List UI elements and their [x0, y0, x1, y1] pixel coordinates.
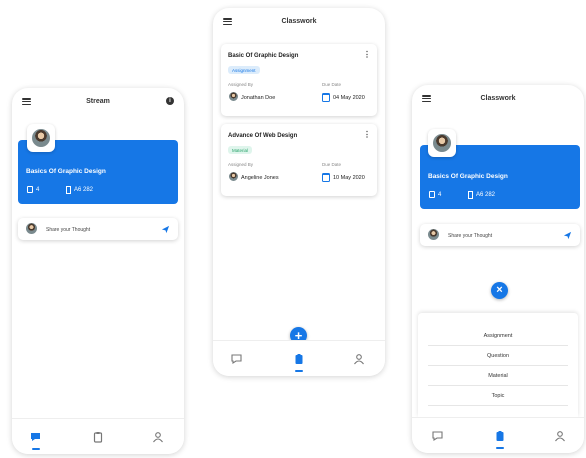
stream-topbar: Stream i [12, 88, 184, 118]
share-box[interactable]: Share your Thought [420, 224, 580, 246]
calendar-icon [322, 93, 330, 102]
more-options-icon[interactable]: ⋮ [363, 131, 371, 139]
assigner-name: Jonathan Doe [241, 95, 276, 101]
tag-badge: Assignment [228, 66, 260, 74]
share-box[interactable]: Share your Thought [18, 218, 178, 240]
card-title: Basic Of Graphic Design [228, 53, 299, 59]
tag-badge: Material [228, 146, 253, 154]
clipboard-icon[interactable] [293, 353, 305, 365]
classwork-topbar: Classwork [412, 85, 584, 115]
more-options-icon[interactable]: ⋮ [363, 51, 371, 59]
course-count-value: 4 [36, 186, 40, 193]
card-title: Advance Of Web Design [228, 133, 298, 139]
course-room-value: A6 282 [476, 192, 496, 198]
page-title: Classwork [480, 95, 516, 102]
course-count: 4 [429, 191, 441, 198]
course-count-value: 4 [438, 191, 442, 198]
course-room: A6 282 [468, 191, 495, 199]
page-title: Stream [86, 98, 110, 105]
avatar [432, 133, 452, 153]
avatar [228, 91, 239, 102]
due-date: 04 May 2020 [333, 95, 365, 101]
course-name: Basics Of Graphic Design [26, 168, 106, 175]
due-date: 10 May 2020 [333, 175, 365, 181]
door-icon [468, 191, 473, 199]
avatar [25, 222, 38, 235]
due-date-label: Due Date [322, 82, 342, 87]
info-icon[interactable]: i [166, 97, 174, 105]
create-menu-sheet: Assignment Question Material Topic [418, 313, 578, 417]
avatar [31, 128, 51, 148]
clipboard-icon[interactable] [92, 431, 104, 443]
classwork-menu-screen: Classwork Basics Of Graphic Design 4 A6 … [412, 85, 584, 453]
calendar-icon [322, 173, 330, 182]
clipboard-icon [429, 191, 435, 198]
due-date-label: Due Date [322, 162, 342, 167]
course-room: A6 282 [66, 186, 93, 194]
person-icon[interactable] [554, 430, 566, 442]
classwork-card[interactable]: Basic Of Graphic Design ⋮ Assignment Ass… [221, 44, 377, 116]
door-icon [66, 186, 71, 194]
course-name: Basics Of Graphic Design [428, 173, 508, 180]
menu-item-question[interactable]: Question [428, 346, 568, 366]
share-input[interactable]: Share your Thought [448, 233, 492, 239]
active-tab-indicator [496, 447, 504, 449]
menu-item-assignment[interactable]: Assignment [428, 326, 568, 346]
classwork-screen: Classwork Basic Of Graphic Design ⋮ Assi… [213, 8, 385, 376]
share-input[interactable]: Share your Thought [46, 227, 90, 233]
bottom-nav [12, 418, 184, 454]
active-tab-indicator [295, 370, 303, 372]
bottom-nav [412, 417, 584, 453]
clipboard-icon [27, 186, 33, 193]
active-tab-indicator [32, 448, 40, 450]
assigned-by-label: Assigned By [228, 82, 254, 87]
menu-item-topic[interactable]: Topic [428, 386, 568, 406]
assigner-name: Angeline Jones [241, 175, 279, 181]
clipboard-icon[interactable] [494, 430, 506, 442]
stream-screen: Stream i Basics Of Graphic Design 4 A6 2… [12, 88, 184, 454]
person-icon[interactable] [152, 431, 164, 443]
chat-icon[interactable] [30, 431, 42, 443]
person-icon[interactable] [353, 353, 365, 365]
avatar [427, 228, 440, 241]
avatar [228, 171, 239, 182]
assigned-by-label: Assigned By [228, 162, 254, 167]
course-count: 4 [27, 186, 39, 193]
course-room-value: A6 282 [74, 187, 94, 193]
menu-item-material[interactable]: Material [428, 366, 568, 386]
send-icon[interactable] [161, 225, 170, 234]
chat-icon[interactable] [432, 430, 444, 442]
close-button[interactable]: × [491, 282, 508, 299]
classwork-card[interactable]: Advance Of Web Design ⋮ Material Assigne… [221, 124, 377, 196]
bottom-nav [213, 340, 385, 376]
page-title: Classwork [281, 18, 317, 25]
classwork-topbar: Classwork [213, 8, 385, 38]
chat-icon[interactable] [231, 353, 243, 365]
send-icon[interactable] [563, 231, 572, 240]
